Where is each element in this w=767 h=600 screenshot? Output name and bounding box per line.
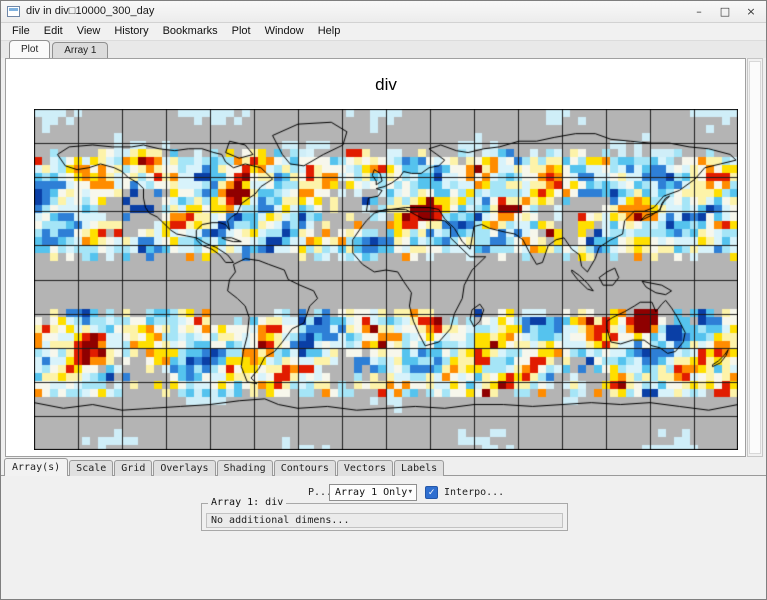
plot-panel: div	[5, 58, 746, 457]
tab-vectors[interactable]: Vectors	[337, 460, 393, 476]
menu-bar: File Edit View History Bookmarks Plot Wi…	[1, 23, 766, 41]
tab-shading[interactable]: Shading	[217, 460, 273, 476]
array-dimensions-strip: No additional dimens...	[206, 513, 563, 528]
menu-item-file[interactable]: File	[5, 23, 37, 40]
menu-item-window[interactable]: Window	[258, 23, 311, 40]
minimize-button[interactable]: –	[686, 2, 712, 22]
plot-title: div	[34, 75, 738, 95]
close-icon: ×	[746, 5, 755, 18]
menu-item-edit[interactable]: Edit	[37, 23, 70, 40]
titlebar: div in div□10000_300_day – □ ×	[1, 1, 766, 23]
vertical-scrollbar[interactable]	[747, 58, 763, 457]
app-icon[interactable]	[7, 6, 20, 17]
maximize-button[interactable]: □	[712, 2, 738, 22]
app-window: div in div□10000_300_day – □ × File Edit…	[0, 0, 767, 600]
tab-overlays[interactable]: Overlays	[153, 460, 215, 476]
tab-grid[interactable]: Grid	[114, 460, 152, 476]
tab-array-1[interactable]: Array 1	[52, 42, 108, 58]
minimize-icon: –	[696, 5, 702, 18]
settings-panel: P... Array 1 Only ▾ ✓ Interpo... Array 1…	[1, 475, 766, 599]
interpolate-label: Interpo...	[444, 487, 504, 498]
view-tab-bar: Plot Array 1	[1, 41, 766, 58]
array-info-title: Array 1: div	[208, 497, 286, 508]
array-info-groupbox: Array 1: div No additional dimens...	[201, 503, 568, 531]
tab-arrays[interactable]: Array(s)	[4, 458, 68, 476]
menu-item-help[interactable]: Help	[311, 23, 348, 40]
settings-tab-bar: Array(s) Scale Grid Overlays Shading Con…	[1, 458, 766, 476]
menu-item-history[interactable]: History	[107, 23, 155, 40]
interpolate-checkbox[interactable]: ✓	[425, 486, 438, 499]
window-title: div in div□10000_300_day	[26, 5, 154, 17]
array-scope-value: Array 1 Only	[335, 487, 407, 498]
maximize-icon: □	[720, 5, 730, 18]
menu-item-view[interactable]: View	[70, 23, 108, 40]
map-canvas	[34, 109, 738, 450]
chevron-down-icon: ▾	[408, 487, 413, 497]
scrollbar-thumb[interactable]	[749, 61, 761, 454]
menu-item-bookmarks[interactable]: Bookmarks	[156, 23, 225, 40]
array-scope-select[interactable]: Array 1 Only ▾	[329, 484, 417, 501]
tab-contours[interactable]: Contours	[274, 460, 336, 476]
window-controls: – □ ×	[686, 1, 764, 23]
close-button[interactable]: ×	[738, 2, 764, 22]
tab-labels[interactable]: Labels	[394, 460, 444, 476]
tab-scale[interactable]: Scale	[69, 460, 113, 476]
tab-plot[interactable]: Plot	[9, 40, 50, 58]
check-icon: ✓	[428, 487, 434, 498]
menu-item-plot[interactable]: Plot	[225, 23, 258, 40]
